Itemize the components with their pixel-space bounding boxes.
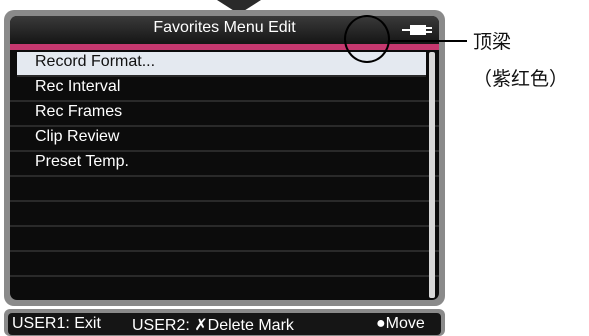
- callout-circle: [344, 15, 390, 63]
- status-bar-inner: USER1: Exit USER2: ✗Delete Mark ●Move: [8, 313, 441, 335]
- menu-item-empty: [10, 227, 439, 252]
- user1-exit-hint: USER1: Exit: [12, 315, 101, 332]
- menu-item-label: Record Format...: [35, 53, 156, 70]
- menu-item-label: Preset Temp.: [35, 153, 129, 170]
- battery-plug-icon: [402, 25, 432, 35]
- user2-delete-mark-hint: USER2: ✗Delete Mark: [132, 317, 294, 334]
- menu-item-rec-interval[interactable]: Rec Interval: [10, 77, 439, 102]
- menu-item-label: Clip Review: [35, 128, 120, 145]
- menu-item-empty: [10, 252, 439, 277]
- menu-item-rec-frames[interactable]: Rec Frames: [10, 102, 439, 127]
- callout-label-color: （紫红色）: [473, 68, 569, 90]
- menu-item-clip-review[interactable]: Clip Review: [10, 127, 439, 152]
- menu-item-empty: [10, 277, 439, 300]
- menu-list: Record Format... Rec Interval Rec Frames…: [10, 52, 439, 300]
- scrollbar[interactable]: [429, 52, 435, 298]
- menu-item-empty: [10, 177, 439, 202]
- menu-item-preset-temp[interactable]: Preset Temp.: [10, 152, 439, 177]
- menu-item-label: Rec Interval: [35, 78, 121, 95]
- menu-item-empty: [10, 202, 439, 227]
- menu-item-label: Rec Frames: [35, 103, 123, 120]
- move-hint: ●Move: [376, 315, 425, 332]
- status-bar: USER1: Exit USER2: ✗Delete Mark ●Move: [4, 309, 445, 336]
- callout-leader-line: [388, 40, 467, 42]
- callout-label-top-beam: 顶梁: [473, 31, 512, 53]
